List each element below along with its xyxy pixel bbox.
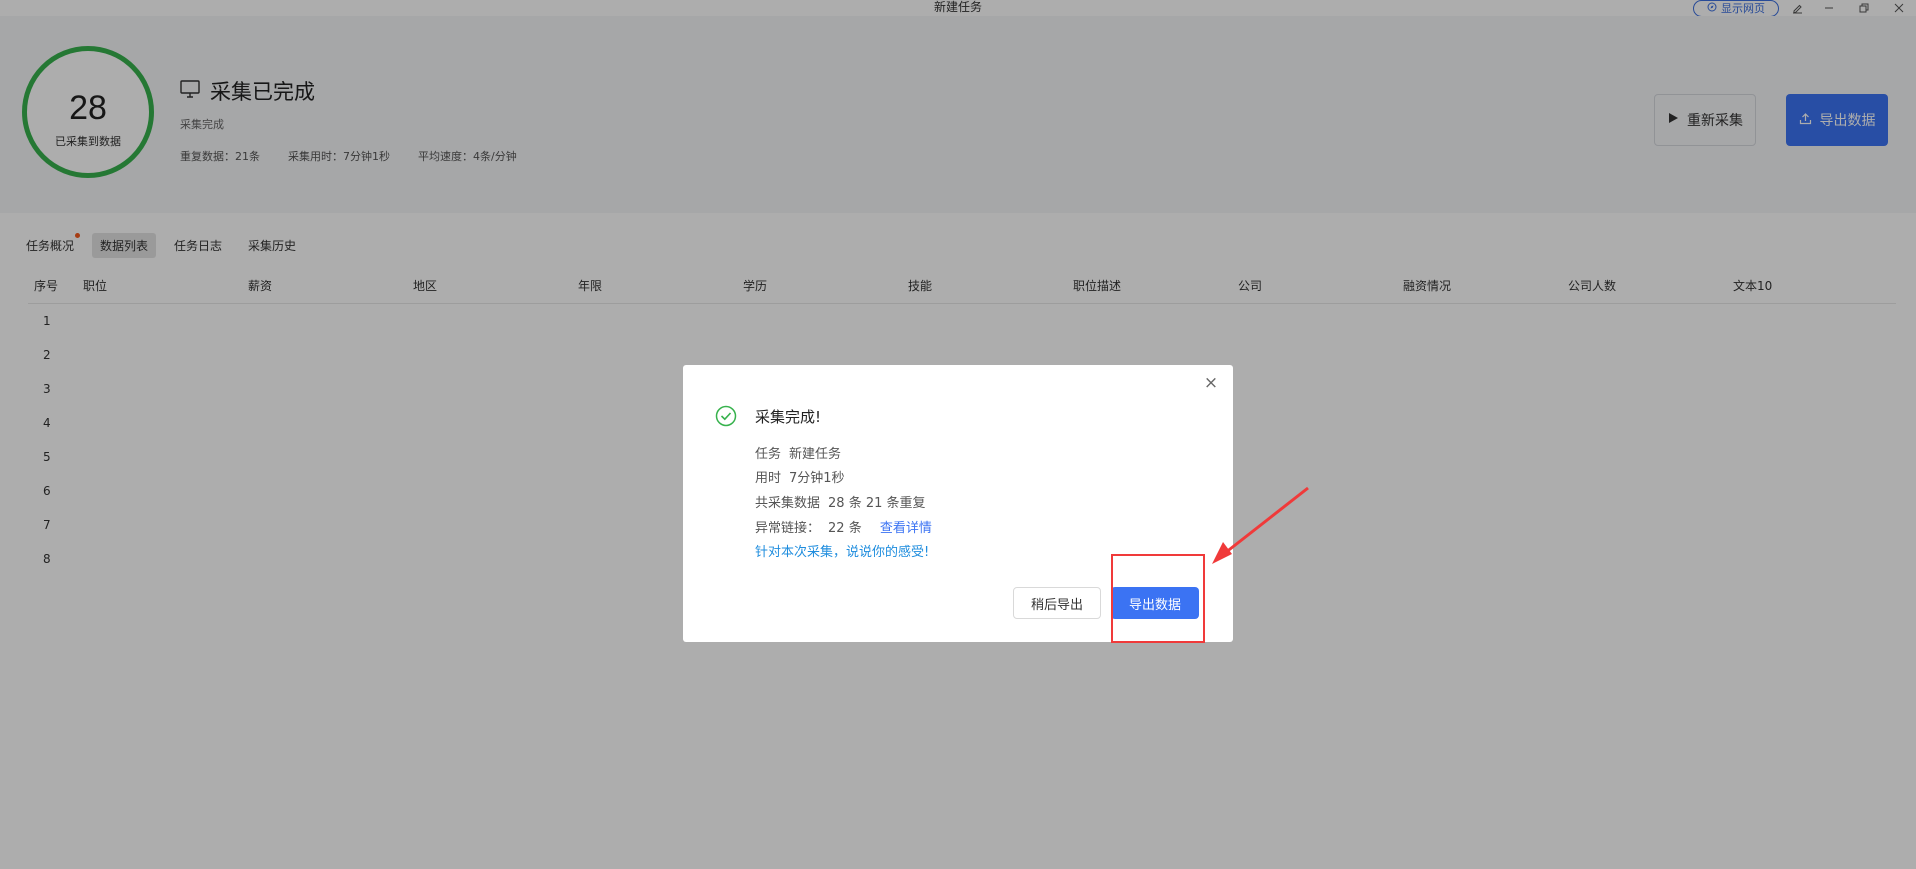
check-circle-icon [715,405,737,427]
error-label: 异常链接： [755,521,821,536]
time-info-row: 用时 7分钟1秒 [755,467,845,486]
dialog-title: 采集完成! [755,408,822,426]
feedback-link[interactable]: 针对本次采集，说说你的感受! [755,541,929,560]
close-icon[interactable]: × [1201,373,1221,393]
time-value: 7分钟1秒 [789,471,845,486]
error-info-row: 异常链接： 22 条 查看详情 [755,517,932,536]
annotation-highlight-box [1111,554,1205,643]
total-value: 28 条 21 条重复 [828,496,926,511]
export-later-button[interactable]: 稍后导出 [1013,587,1101,619]
task-info-row: 任务 新建任务 [755,443,841,462]
view-details-link[interactable]: 查看详情 [880,521,932,536]
total-label: 共采集数据 [755,496,821,511]
total-info-row: 共采集数据 28 条 21 条重复 [755,492,926,511]
task-label: 任务 [755,447,782,462]
time-label: 用时 [755,471,782,486]
error-value: 22 条 [828,521,862,536]
task-value: 新建任务 [789,447,842,462]
